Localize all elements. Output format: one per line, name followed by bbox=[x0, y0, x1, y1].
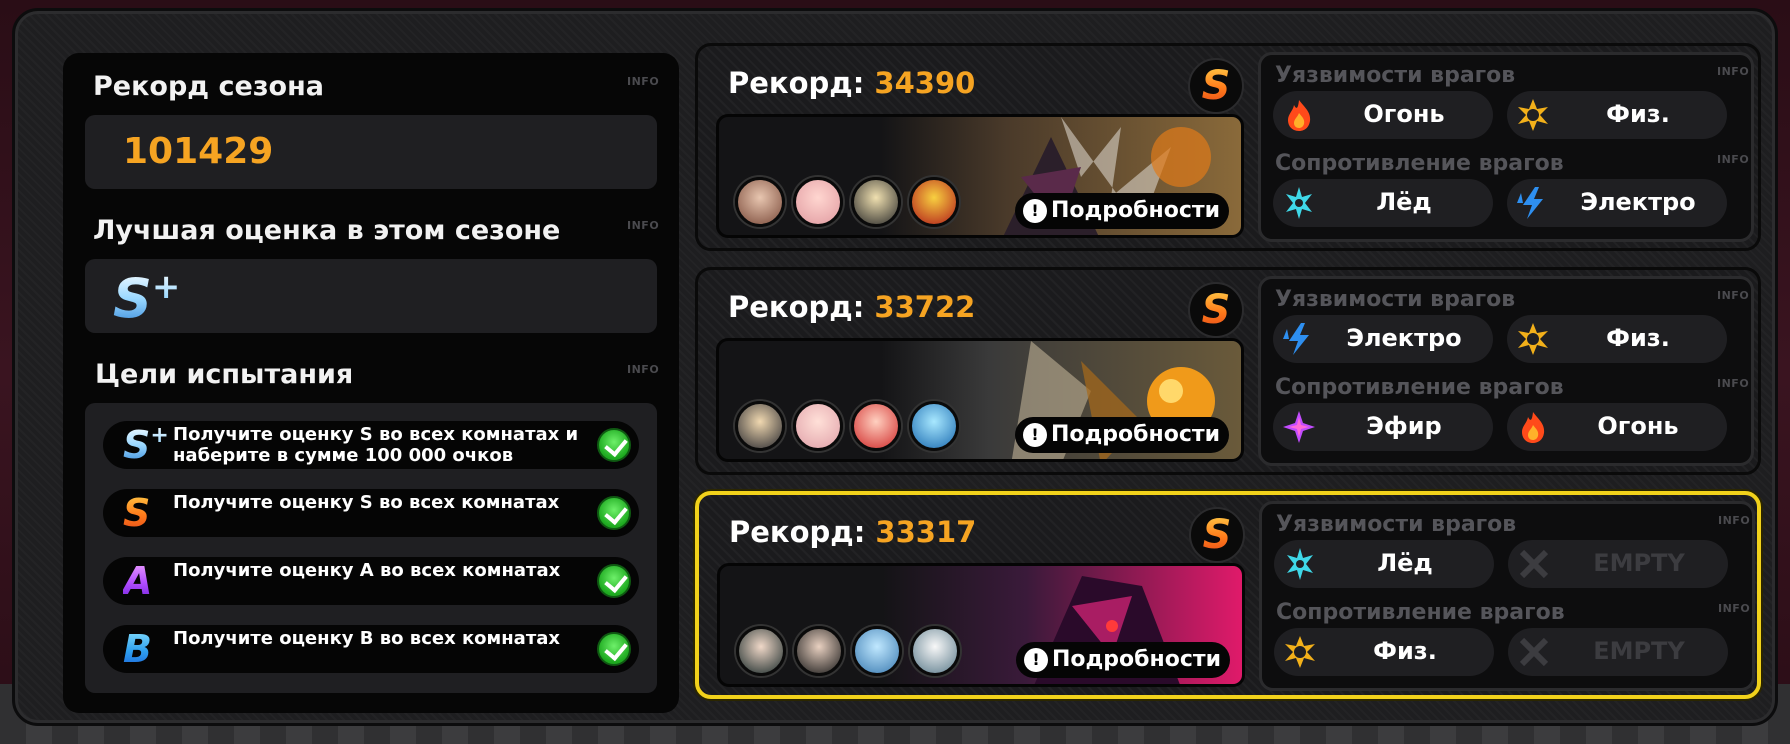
room-grade-badge: S bbox=[1188, 58, 1244, 114]
team-preview[interactable]: ! Подробности bbox=[716, 114, 1244, 238]
avatar bbox=[736, 626, 786, 676]
room-card-3[interactable]: Рекорд: 33317 S ! Подробности Уязвимости … bbox=[695, 491, 1761, 699]
avatar bbox=[910, 626, 960, 676]
resistance-title: Сопротивление врагов bbox=[1276, 600, 1565, 625]
goal-item: S Получите оценку S во всех комнатах bbox=[103, 489, 639, 537]
avatar bbox=[793, 401, 843, 451]
empty-x-icon bbox=[1519, 637, 1549, 667]
season-panel: Рекорд сезона INFO 101429 Лучшая оценка … bbox=[63, 53, 679, 713]
best-grade-box: S+ bbox=[85, 259, 657, 333]
avatar bbox=[909, 177, 959, 227]
grade-a-icon: A bbox=[123, 559, 153, 603]
goal-item: S+ Получите оценку S во всех комнатах и … bbox=[103, 421, 639, 469]
room-card-2[interactable]: Рекорд: 33722 S ! Подробности Уязвимости … bbox=[695, 267, 1761, 475]
resistance-pill: Электро bbox=[1507, 179, 1727, 227]
resistance-pill: Эфир bbox=[1273, 403, 1493, 451]
avatar bbox=[794, 626, 844, 676]
resistance-pill: Физ. bbox=[1274, 628, 1494, 676]
goal-item: A Получите оценку А во всех комнатах bbox=[103, 557, 639, 605]
check-icon bbox=[597, 632, 631, 666]
element-panel: Уязвимости врагов INFO Лёд EMPTY Сопроти… bbox=[1259, 501, 1755, 691]
team-preview[interactable]: ! Подробности bbox=[716, 338, 1244, 462]
avatar bbox=[851, 177, 901, 227]
check-icon bbox=[597, 428, 631, 462]
avatar bbox=[851, 401, 901, 451]
best-grade-title: Лучшая оценка в этом сезоне bbox=[93, 215, 561, 246]
room-record: Рекорд: 33317 bbox=[729, 515, 977, 549]
info-button[interactable]: INFO bbox=[1718, 602, 1750, 615]
physical-icon bbox=[1518, 99, 1548, 131]
details-button[interactable]: ! Подробности bbox=[1015, 193, 1229, 229]
weakness-pill: Физ. bbox=[1507, 91, 1727, 139]
weakness-pill: Огонь bbox=[1273, 91, 1493, 139]
room-card-1[interactable]: Рекорд: 34390 S ! Подробности Уязвимости … bbox=[695, 43, 1761, 251]
weakness-pill: Физ. bbox=[1507, 315, 1727, 363]
fire-icon bbox=[1522, 412, 1545, 443]
season-record-value: 101429 bbox=[123, 131, 274, 172]
resistance-pill-empty: EMPTY bbox=[1508, 628, 1728, 676]
grade-b-icon: B bbox=[123, 627, 152, 671]
info-button[interactable]: INFO bbox=[1718, 514, 1750, 527]
info-button[interactable]: INFO bbox=[627, 219, 659, 232]
fire-icon bbox=[1288, 100, 1311, 131]
weakness-title: Уязвимости врагов bbox=[1276, 512, 1517, 537]
empty-x-icon bbox=[1519, 549, 1549, 579]
grade-s-plus-icon: S+ bbox=[113, 267, 181, 330]
grade-s-icon: S bbox=[123, 491, 151, 535]
avatar bbox=[735, 401, 785, 451]
avatar bbox=[909, 401, 959, 451]
weakness-pill: Электро bbox=[1273, 315, 1493, 363]
weakness-title: Уязвимости врагов bbox=[1275, 287, 1516, 312]
avatar bbox=[735, 177, 785, 227]
room-record: Рекорд: 34390 bbox=[728, 66, 976, 100]
electro-icon bbox=[1283, 323, 1309, 355]
resistance-pill: Огонь bbox=[1507, 403, 1727, 451]
room-grade-badge: S bbox=[1189, 507, 1245, 563]
info-button[interactable]: INFO bbox=[1717, 65, 1749, 78]
resistance-title: Сопротивление врагов bbox=[1275, 375, 1564, 400]
goal-text: Получите оценку B во всех комнатах bbox=[173, 628, 561, 649]
check-icon bbox=[597, 496, 631, 530]
info-circle-icon: ! bbox=[1023, 423, 1047, 447]
info-button[interactable]: INFO bbox=[627, 75, 659, 88]
ice-icon bbox=[1287, 548, 1313, 580]
resistance-pill: Лёд bbox=[1273, 179, 1493, 227]
season-record-box: 101429 bbox=[85, 115, 657, 189]
goal-text: Получите оценку S во всех комнатах и наб… bbox=[173, 424, 579, 466]
weakness-title: Уязвимости врагов bbox=[1275, 63, 1516, 88]
info-circle-icon: ! bbox=[1023, 199, 1047, 223]
element-panel: Уязвимости врагов INFO Электро Физ. Сопр… bbox=[1258, 276, 1754, 466]
info-button[interactable]: INFO bbox=[627, 363, 659, 376]
season-record-title: Рекорд сезона bbox=[93, 71, 324, 102]
physical-icon bbox=[1518, 323, 1548, 355]
electro-icon bbox=[1517, 187, 1543, 219]
grade-s-plus-icon: S+ bbox=[123, 423, 169, 467]
goal-text: Получите оценку S во всех комнатах bbox=[173, 492, 560, 513]
avatar bbox=[793, 177, 843, 227]
physical-icon bbox=[1285, 636, 1315, 668]
room-grade-badge: S bbox=[1188, 282, 1244, 338]
details-button[interactable]: ! Подробности bbox=[1015, 417, 1229, 453]
ice-icon bbox=[1286, 187, 1312, 219]
check-icon bbox=[597, 564, 631, 598]
goals-list: S+ Получите оценку S во всех комнатах и … bbox=[85, 403, 657, 693]
weakness-pill: Лёд bbox=[1274, 540, 1494, 588]
goals-title: Цели испытания bbox=[95, 359, 354, 390]
info-button[interactable]: INFO bbox=[1717, 289, 1749, 302]
team-preview[interactable]: ! Подробности bbox=[717, 563, 1245, 687]
info-circle-icon: ! bbox=[1024, 648, 1048, 672]
avatar bbox=[852, 626, 902, 676]
info-button[interactable]: INFO bbox=[1717, 377, 1749, 390]
goal-text: Получите оценку А во всех комнатах bbox=[173, 560, 561, 581]
resistance-title: Сопротивление врагов bbox=[1275, 151, 1564, 176]
info-button[interactable]: INFO bbox=[1717, 153, 1749, 166]
goal-item: B Получите оценку B во всех комнатах bbox=[103, 625, 639, 673]
element-panel: Уязвимости врагов INFO Огонь Физ. Сопрот… bbox=[1258, 52, 1754, 242]
ether-icon bbox=[1283, 411, 1315, 443]
room-record: Рекорд: 33722 bbox=[728, 290, 976, 324]
details-button[interactable]: ! Подробности bbox=[1016, 642, 1230, 678]
main-frame: Рекорд сезона INFO 101429 Лучшая оценка … bbox=[12, 8, 1778, 726]
weakness-pill-empty: EMPTY bbox=[1508, 540, 1728, 588]
